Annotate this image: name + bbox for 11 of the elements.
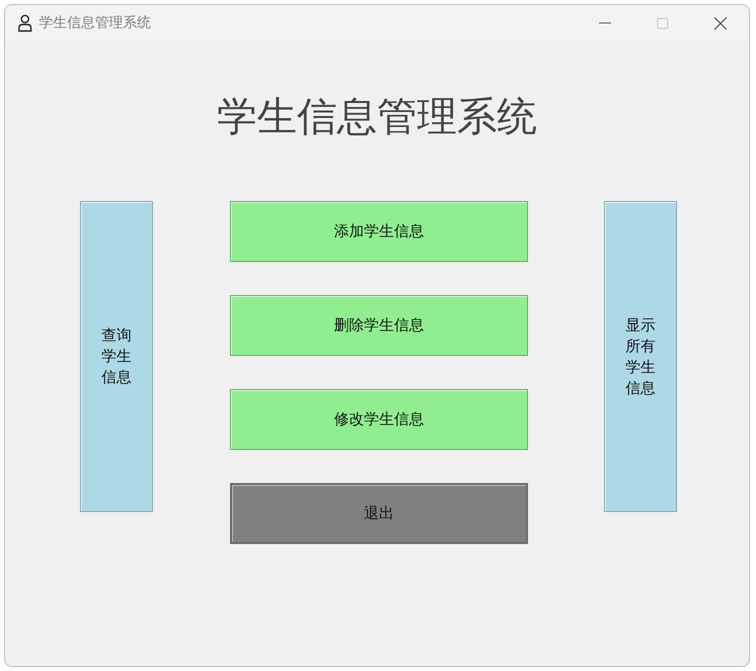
- window-title: 学生信息管理系统: [39, 14, 151, 32]
- menu-button[interactable]: 退出: [230, 483, 528, 544]
- menu-button[interactable]: 添加学生信息: [230, 201, 528, 262]
- minimize-icon[interactable]: [599, 22, 611, 24]
- menu-button[interactable]: 删除学生信息: [230, 295, 528, 356]
- menu-button[interactable]: 修改学生信息: [230, 389, 528, 450]
- app-heading: 学生信息管理系统: [216, 93, 538, 142]
- query-button[interactable]: 查询学生信息: [80, 201, 153, 512]
- show-all-button[interactable]: 显示所有学生信息: [604, 201, 677, 512]
- close-icon[interactable]: [714, 16, 727, 30]
- user-icon: [18, 14, 32, 32]
